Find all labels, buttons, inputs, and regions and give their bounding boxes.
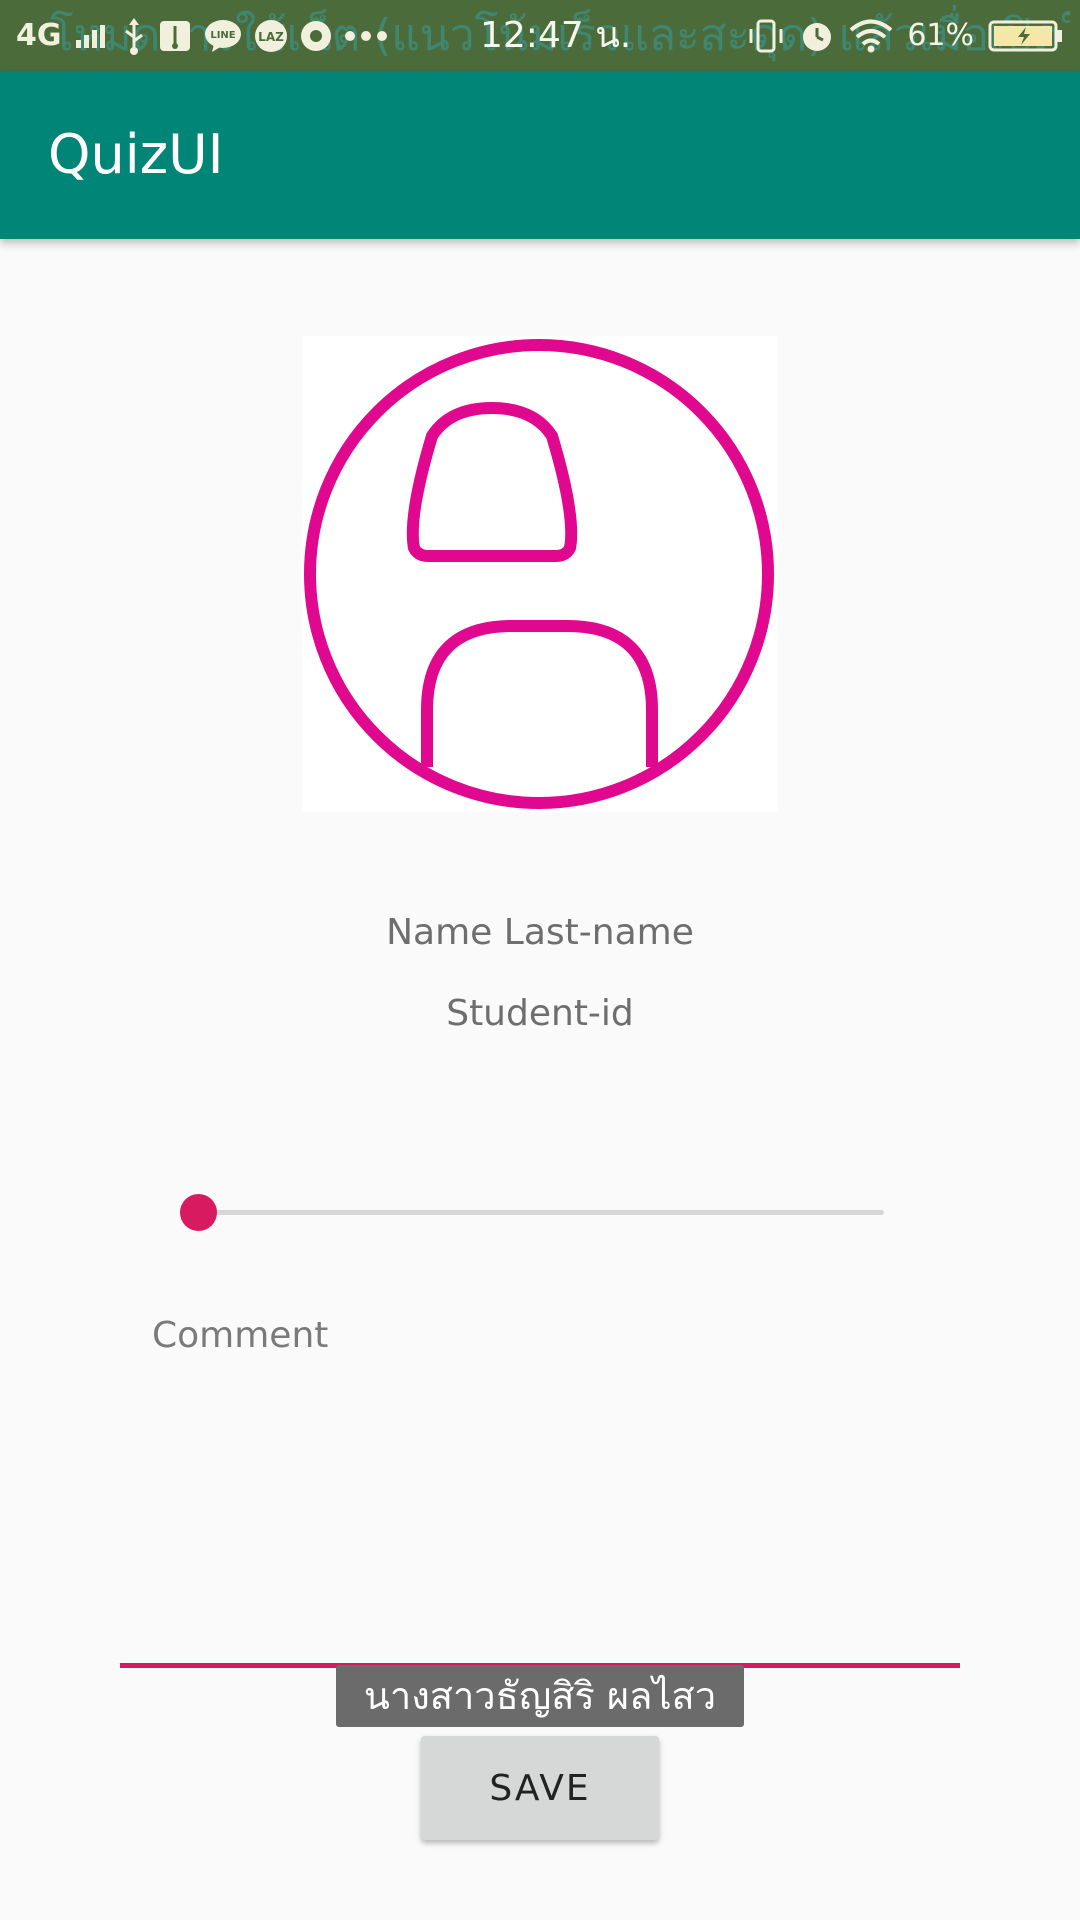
status-right-group: 61% xyxy=(747,0,1064,71)
notification-icon xyxy=(300,20,332,52)
seek-bar[interactable] xyxy=(180,1190,884,1234)
toast-message: นางสาวธัญสิริ ผลไสว xyxy=(336,1665,744,1727)
comment-field[interactable] xyxy=(120,1300,960,1668)
more-icon xyxy=(344,30,388,42)
app-bar: QuizUI xyxy=(0,71,1080,239)
save-button[interactable]: SAVE xyxy=(421,1736,659,1840)
screen: โหมดการใช้เน็ต (แนวโน้มเร็วและสะดุด) แล้… xyxy=(0,0,1080,1920)
svg-text:LAZ: LAZ xyxy=(258,30,284,44)
seek-bar-track[interactable] xyxy=(196,1210,884,1215)
line-icon: LINE xyxy=(204,19,242,53)
svg-text:LINE: LINE xyxy=(210,30,235,41)
status-left-group: 4G LINE LAZ xyxy=(16,0,388,71)
signal-icon xyxy=(74,22,110,50)
battery-icon xyxy=(988,19,1064,53)
status-time: 12:47 น. xyxy=(480,15,632,56)
usb-debug-icon xyxy=(158,19,192,53)
status-bar: โหมดการใช้เน็ต (แนวโน้มเร็วและสะดุด) แล้… xyxy=(0,0,1080,71)
wifi-icon xyxy=(849,19,893,53)
app-title: QuizUI xyxy=(48,123,224,186)
name-label: Name Last-name xyxy=(386,912,694,953)
lazada-icon: LAZ xyxy=(254,19,288,53)
alarm-icon xyxy=(799,18,835,54)
avatar-image xyxy=(302,336,778,812)
comment-input[interactable] xyxy=(150,1314,934,1357)
person-avatar-icon xyxy=(304,339,774,809)
vibrate-icon xyxy=(747,17,785,55)
battery-percent: 61% xyxy=(907,18,974,53)
seek-bar-thumb[interactable] xyxy=(180,1194,217,1231)
student-id-label: Student-id xyxy=(446,993,634,1034)
usb-icon xyxy=(122,17,146,55)
network-type: 4G xyxy=(16,18,62,53)
